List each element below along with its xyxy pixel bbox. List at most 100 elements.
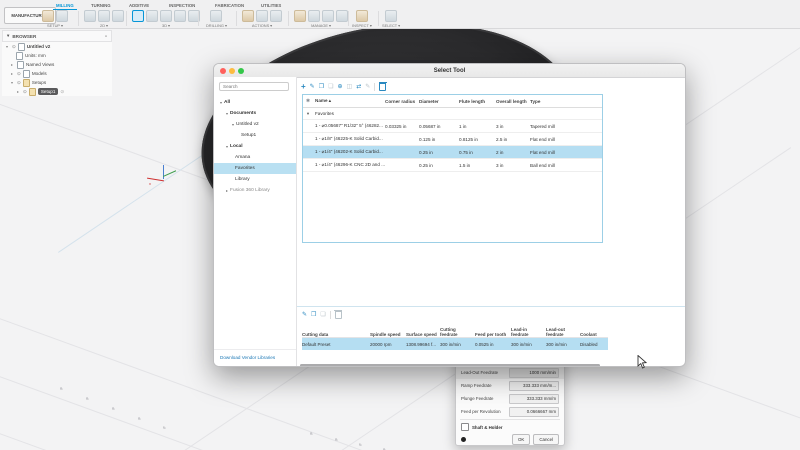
- group-row-favorites[interactable]: ▾ Favorites: [303, 108, 602, 120]
- collapse-icon[interactable]: ▾: [7, 33, 9, 39]
- download-vendor-libraries-link[interactable]: Download Vendor Libraries: [220, 355, 275, 360]
- ribbon-toolbar: MANUFACTURE ▾ MILLING TURNING ADDITIVE I…: [0, 0, 800, 29]
- edit-preset-icon[interactable]: ✎: [302, 312, 307, 318]
- close-window-icon[interactable]: [220, 68, 226, 74]
- tree-item-favorites[interactable]: Favorites: [214, 163, 296, 174]
- grid-label: 8: [137, 416, 141, 421]
- expand-icon[interactable]: ▸: [11, 62, 15, 67]
- ramp-feedrate-field[interactable]: 333.333 mm/m...: [509, 381, 559, 391]
- cancel-button[interactable]: Cancel: [533, 434, 559, 445]
- generate-icon[interactable]: [242, 10, 254, 22]
- tool-table: ✱ Name ▴ Corner radius Diameter Flute le…: [302, 94, 603, 243]
- tab-fabrication[interactable]: FABRICATION: [212, 1, 247, 9]
- tree-item-amana[interactable]: Amana: [214, 152, 296, 163]
- adaptive-clearing-icon[interactable]: [132, 10, 144, 22]
- 2d-pocket-icon[interactable]: [84, 10, 96, 22]
- delete-preset-icon[interactable]: [335, 311, 342, 319]
- open-web-icon[interactable]: ⊕: [337, 84, 342, 90]
- col-flute-length[interactable]: Flute length: [459, 99, 496, 104]
- paste-preset-icon[interactable]: ❏: [320, 312, 325, 318]
- cutting-preset-row[interactable]: Default Preset 20000 rpm 1308.99694 f...…: [302, 338, 608, 350]
- tool-library-icon[interactable]: [294, 10, 306, 22]
- visibility-icon[interactable]: ⊙: [17, 80, 21, 86]
- tool-row[interactable]: 1 - ⌀1/4" (46296-K CNC 2D and ... 0.25 i…: [303, 159, 602, 172]
- tree-item-documents[interactable]: ▾Documents: [214, 108, 296, 119]
- delete-tool-icon[interactable]: [379, 83, 386, 91]
- parallel-icon[interactable]: [160, 10, 172, 22]
- ok-button[interactable]: OK: [512, 434, 530, 445]
- 2d-adaptive-icon[interactable]: [112, 10, 124, 22]
- tool-row[interactable]: 1 - ⌀1/8" (46225-K Solid Carbid... 0.125…: [303, 133, 602, 146]
- horizontal-scrollbar[interactable]: [300, 364, 600, 367]
- visibility-icon[interactable]: ⊙: [17, 71, 21, 77]
- duplicate-tool-icon[interactable]: ❐: [319, 84, 324, 90]
- add-tool-icon[interactable]: +: [301, 83, 306, 91]
- templates-icon[interactable]: [322, 10, 334, 22]
- post-process-icon[interactable]: [270, 10, 282, 22]
- 2d-contour-icon[interactable]: [98, 10, 110, 22]
- tab-inspection[interactable]: INSPECTION: [166, 1, 198, 9]
- tree-item-local[interactable]: ▾Local: [214, 141, 296, 152]
- machine-library-icon[interactable]: [308, 10, 320, 22]
- browser-item-models[interactable]: ▸⊙ Models: [2, 69, 112, 78]
- col-name[interactable]: Name ▴: [315, 98, 385, 104]
- col-diameter[interactable]: Diameter: [419, 99, 459, 104]
- chevron-down-icon: ▾: [168, 23, 170, 28]
- tab-milling[interactable]: MILLING: [53, 1, 77, 10]
- minimize-window-icon[interactable]: [229, 68, 235, 74]
- collapse-icon[interactable]: ▾: [303, 111, 315, 117]
- compare-update-icon[interactable]: ⇄: [356, 84, 361, 90]
- numbered-folder-icon[interactable]: [56, 10, 68, 22]
- dialog-title: Select Tool: [434, 68, 466, 74]
- tab-turning[interactable]: TURNING: [88, 1, 114, 9]
- tree-item-untitled-v2[interactable]: ▾Untitled v2: [214, 119, 296, 130]
- visibility-icon[interactable]: ⊙: [23, 89, 27, 95]
- lead-out-feedrate-field[interactable]: 1000 mm/min: [509, 368, 559, 378]
- tree-item-setup1[interactable]: Setup1: [214, 130, 296, 141]
- measure-icon[interactable]: [356, 10, 368, 22]
- setup1-chip[interactable]: Setup1: [38, 88, 59, 95]
- shaft-holder-checkbox[interactable]: [461, 423, 469, 431]
- pocket-clearing-icon[interactable]: [146, 10, 158, 22]
- scallop-icon[interactable]: [174, 10, 186, 22]
- plunge-feedrate-field[interactable]: 333.333 mm/m: [509, 394, 559, 404]
- library-link-icon[interactable]: ◫: [347, 84, 353, 90]
- tool-row-selected[interactable]: 1 - ⌀1/4" (46202-K Solid Carbid... 0.25 …: [303, 146, 602, 159]
- simulate-icon[interactable]: [256, 10, 268, 22]
- search-input[interactable]: [219, 82, 289, 91]
- tool-toolbar: + ✎ ❐ ❏ ⊕ ◫ ⇄ ✎: [301, 81, 386, 92]
- options-icon[interactable]: ●: [105, 34, 107, 38]
- grid-label: 8: [59, 386, 63, 391]
- tab-additive[interactable]: ADDITIVE: [126, 1, 152, 9]
- browser-item-named-views[interactable]: ▸ Named Views: [2, 60, 112, 69]
- info-icon[interactable]: [461, 437, 466, 442]
- tab-utilities[interactable]: UTILITIES: [258, 1, 284, 9]
- gear-icon[interactable]: ✱: [303, 98, 315, 104]
- col-corner-radius[interactable]: Corner radius: [385, 99, 419, 104]
- select-arrow-icon[interactable]: [385, 10, 397, 22]
- col-overall-length[interactable]: Overall length: [496, 99, 530, 104]
- library-sidebar: ▾All ▾Documents ▾Untitled v2 Setup1 ▾Loc…: [214, 77, 297, 366]
- browser-item-setup1[interactable]: ▸⊙ Setup1 ⊙: [2, 87, 112, 96]
- setup-icon[interactable]: [42, 10, 54, 22]
- tree-item-all[interactable]: ▾All: [214, 97, 296, 108]
- browser-item-document[interactable]: ▾⊙ Untitled v2: [2, 42, 112, 51]
- rename-icon[interactable]: ✎: [365, 84, 370, 90]
- tool-row[interactable]: 1 - ⌀0.05687" R1/32" 5° (46282... 0.0332…: [303, 120, 602, 133]
- group-3d: 3D▾: [132, 10, 200, 28]
- browser-item-units[interactable]: Units: mm: [2, 51, 112, 60]
- visibility-icon[interactable]: ⊙: [12, 44, 16, 50]
- duplicate-preset-icon[interactable]: ❐: [311, 312, 316, 318]
- drill-icon[interactable]: [210, 10, 222, 22]
- browser-item-setups[interactable]: ▾⊙ Setups: [2, 78, 112, 87]
- tree-item-fusion-library[interactable]: ▸Fusion 360 Library: [214, 185, 296, 196]
- col-type[interactable]: Type: [530, 99, 602, 104]
- paste-tool-icon[interactable]: ❏: [328, 84, 333, 90]
- tree-item-library[interactable]: Library: [214, 174, 296, 185]
- edit-tool-icon[interactable]: ✎: [310, 84, 315, 90]
- dialog-titlebar[interactable]: Select Tool: [214, 64, 685, 78]
- feed-per-revolution-field[interactable]: 0.0666667 mm: [509, 407, 559, 417]
- group-manage: MANAGE▾: [294, 10, 348, 28]
- task-manager-icon[interactable]: [336, 10, 348, 22]
- maximize-window-icon[interactable]: [238, 68, 244, 74]
